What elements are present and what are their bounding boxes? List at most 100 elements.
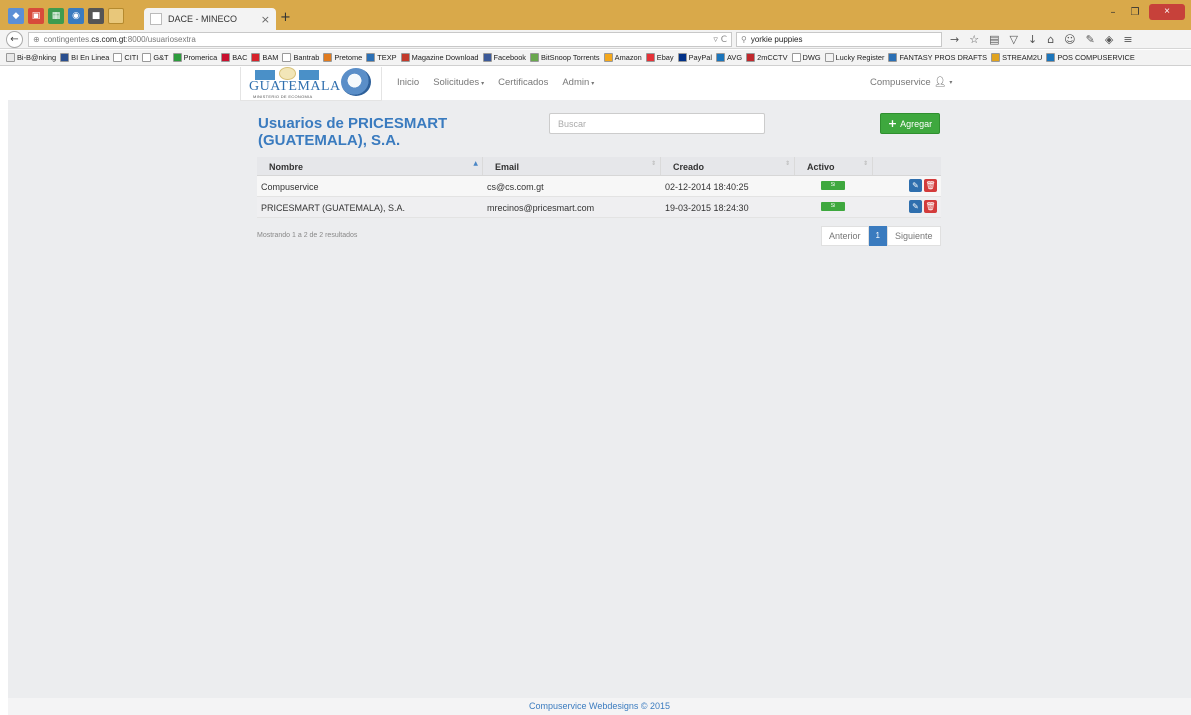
bookmark-star-icon[interactable]: ☆ <box>969 33 979 46</box>
menu-item-label: Certificados <box>498 77 549 88</box>
pinned-tab-icon[interactable]: ◉ <box>68 8 84 24</box>
bookmark-item[interactable]: FANTASY PROS DRAFTS <box>888 53 987 62</box>
pinned-tabs: ◆ ▣ ▦ ◉ ■ <box>8 8 124 24</box>
cell-activo: Si <box>795 176 873 196</box>
bookmark-item[interactable]: PayPal <box>677 53 712 62</box>
bookmark-label: FANTASY PROS DRAFTS <box>899 53 988 62</box>
pagination-page-current[interactable]: 1 <box>868 226 887 246</box>
pinned-tab-icon[interactable]: ◆ <box>8 8 24 24</box>
edit-pencil-icon[interactable]: ✎ <box>909 179 922 192</box>
reload-icon[interactable]: ▿ C <box>713 35 727 45</box>
bookmark-item[interactable]: POS COMPUSERVICE <box>1046 53 1135 62</box>
extension-icon[interactable]: ◈ <box>1105 33 1113 46</box>
bookmark-item[interactable]: STREAM2U <box>991 53 1042 62</box>
bookmark-label: Bi-B@nking <box>17 53 57 62</box>
add-user-button[interactable]: + Agregar <box>880 113 940 134</box>
bookmark-item[interactable]: Amazon <box>603 53 642 62</box>
delete-trash-icon[interactable]: 🗑︎ <box>924 179 937 192</box>
bookmark-item[interactable]: BAM <box>251 53 278 62</box>
addon-icon[interactable]: ✎ <box>1086 33 1095 46</box>
bookmark-item[interactable]: Promerica <box>172 53 217 62</box>
bookmark-label: POS COMPUSERVICE <box>1057 53 1135 62</box>
download-icon[interactable]: ↓ <box>1028 33 1037 46</box>
bookmark-favicon-icon <box>172 53 182 62</box>
new-tab-button[interactable]: + <box>280 10 291 25</box>
bookmark-label: Bantrab <box>293 53 320 62</box>
pocket-icon[interactable]: ▽ <box>1010 33 1018 46</box>
bookmark-item[interactable]: Ebay <box>645 53 674 62</box>
cell-actions: ✎ 🗑︎ <box>873 176 941 196</box>
user-menu[interactable]: Compuservice 👤︎ ▾ <box>870 77 952 88</box>
pagination: Anterior 1 Siguiente <box>821 226 941 246</box>
url-path: :8000/usuariosextra <box>125 35 196 44</box>
bookmark-favicon-icon <box>221 53 231 62</box>
bookmark-label: G&T <box>153 53 169 62</box>
active-badge: Si <box>821 202 845 211</box>
bookmark-item[interactable]: Magazine Download <box>400 53 479 62</box>
column-header-activo[interactable]: Activo ⇕ <box>795 157 873 175</box>
pinned-tab-icon[interactable]: ▦ <box>48 8 64 24</box>
menu-item-admin[interactable]: Admin ▾ <box>562 77 594 88</box>
menu-item-solicitudes[interactable]: Solicitudes ▾ <box>433 77 484 88</box>
bookmark-item[interactable]: AVG <box>716 53 742 62</box>
pagination-prev[interactable]: Anterior <box>821 226 869 246</box>
browser-search-bar[interactable]: ⚲ yorkie puppies <box>736 32 942 47</box>
bookmark-item[interactable]: BI En Linea <box>60 53 109 62</box>
bookmark-favicon-icon <box>6 53 15 62</box>
tab-close-icon[interactable]: × <box>261 13 270 26</box>
window-controls: – ❐ × <box>1105 4 1185 20</box>
chat-icon[interactable]: ☺ <box>1064 33 1075 46</box>
menu-item-inicio[interactable]: Inicio <box>397 77 419 88</box>
bookmark-item[interactable]: 2mCCTV <box>746 53 788 62</box>
close-window-button[interactable]: × <box>1149 4 1185 20</box>
bookmark-item[interactable]: Pretome <box>323 53 362 62</box>
bookmark-label: STREAM2U <box>1002 53 1043 62</box>
site-info-icon[interactable]: ⊕ <box>33 35 40 44</box>
bookmark-item[interactable]: DWG <box>791 53 821 62</box>
delete-trash-icon[interactable]: 🗑︎ <box>924 200 937 213</box>
back-button[interactable]: ← <box>6 31 23 48</box>
sort-asc-icon: ▲ <box>473 160 478 167</box>
address-bar[interactable]: ⊕ contingentes. cs.com.gt:8000/usuariosex… <box>28 32 732 47</box>
search-input[interactable] <box>549 113 765 134</box>
cell-nombre: PRICESMART (GUATEMALA), S.A. <box>261 203 406 213</box>
pinned-tab-icon[interactable]: ▣ <box>28 8 44 24</box>
bookmark-item[interactable]: TEXP <box>366 53 397 62</box>
bookmark-item[interactable]: BitSnoop Torrents <box>530 53 600 62</box>
go-arrow-icon[interactable]: → <box>950 33 959 46</box>
reading-list-icon[interactable]: ▤ <box>989 33 999 46</box>
edit-pencil-icon[interactable]: ✎ <box>909 200 922 213</box>
bookmark-favicon-icon <box>113 53 123 62</box>
minimize-button[interactable]: – <box>1105 7 1121 18</box>
restore-button[interactable]: ❐ <box>1127 7 1143 18</box>
column-header-email[interactable]: Email ⇕ <box>483 157 661 175</box>
bookmark-favicon-icon <box>716 53 726 62</box>
home-icon[interactable]: ⌂ <box>1047 33 1054 46</box>
pagination-next[interactable]: Siguiente <box>886 226 941 246</box>
bookmark-item[interactable]: CITI <box>113 53 138 62</box>
bookmark-label: Pretome <box>334 53 363 62</box>
browser-tab-active[interactable]: DACE - MINECO × <box>144 8 276 30</box>
guatemala-logo[interactable]: GUATEMALA MINISTERIO DE ECONOMIA <box>240 67 382 101</box>
menu-item-certificados[interactable]: Certificados <box>498 77 548 88</box>
bookmark-item[interactable]: BAC <box>221 53 247 62</box>
bookmark-label: TEXP <box>377 53 397 62</box>
bookmark-item[interactable]: Bi-B@nking <box>6 53 56 62</box>
column-header-creado[interactable]: Creado ⇕ <box>661 157 795 175</box>
column-label: Nombre <box>269 162 304 172</box>
pinned-tab-icon[interactable] <box>108 8 124 24</box>
bookmark-favicon-icon <box>746 53 756 62</box>
menu-icon[interactable]: ≡ <box>1123 33 1132 46</box>
cell-nombre: Compuservice <box>261 182 319 192</box>
bookmark-item[interactable]: Facebook <box>482 53 526 62</box>
bookmark-label: DWG <box>802 53 821 62</box>
bookmark-item[interactable]: Bantrab <box>282 53 319 62</box>
pinned-tab-icon[interactable]: ■ <box>88 8 104 24</box>
bookmark-item[interactable]: Lucky Register <box>824 53 884 62</box>
bookmark-item[interactable]: G&T <box>142 53 169 62</box>
browser-navbar: ← ⊕ contingentes. cs.com.gt:8000/usuarios… <box>0 30 1191 49</box>
bookmark-label: BAM <box>262 53 279 62</box>
browser-titlebar: ◆ ▣ ▦ ◉ ■ DACE - MINECO × + – ❐ × <box>0 0 1191 30</box>
column-header-nombre[interactable]: Nombre ▲ <box>257 157 483 175</box>
cell-email: cs@cs.com.gt <box>487 182 544 192</box>
